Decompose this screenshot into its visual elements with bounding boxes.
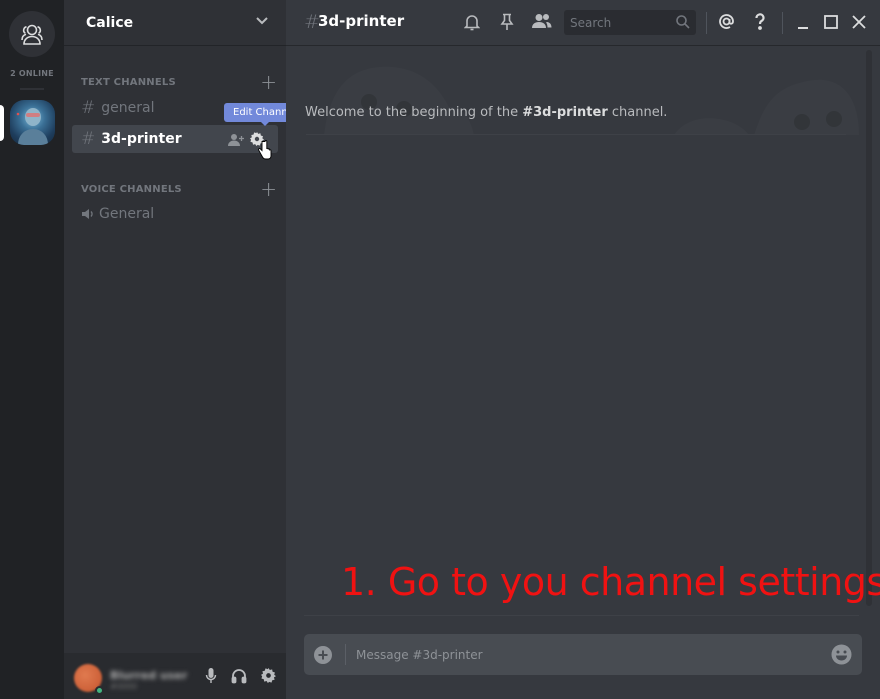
chat-scrollbar[interactable] (866, 50, 872, 606)
hand-cursor-icon (258, 140, 272, 160)
member-list-icon[interactable] (531, 13, 552, 29)
composer-separator (345, 644, 346, 665)
mentions-icon[interactable] (718, 13, 735, 30)
headphones-icon[interactable] (231, 668, 247, 684)
user-tag: #0000 (110, 682, 138, 691)
welcome-background-illustration (324, 66, 859, 135)
tutorial-annotation: 1. Go to you channel settings (341, 560, 880, 604)
welcome-prefix: Welcome to the beginning of the (305, 105, 523, 120)
help-icon[interactable] (755, 13, 765, 30)
search-box[interactable] (564, 10, 696, 35)
voice-channels-category[interactable]: VOICE CHANNELS + (81, 179, 277, 199)
welcome-message: Welcome to the beginning of the #3d-prin… (305, 105, 667, 120)
upload-plus-icon[interactable] (314, 646, 332, 664)
channel-header: # 3d-printer (286, 0, 880, 46)
friends-icon (21, 24, 43, 45)
text-channels-category[interactable]: TEXT CHANNELS + (81, 72, 277, 92)
category-label: TEXT CHANNELS (81, 76, 176, 88)
online-count: 2 ONLINE (10, 69, 54, 78)
channel-name: general (101, 100, 155, 116)
create-invite-icon[interactable] (228, 133, 245, 146)
message-input[interactable] (356, 634, 816, 675)
welcome-channel-name: #3d-printer (522, 105, 608, 120)
toolbar-divider (782, 12, 783, 34)
channel-name: General (99, 206, 155, 222)
speaker-icon (82, 209, 93, 219)
user-controls (205, 668, 276, 684)
text-channel-icon: # (81, 129, 96, 149)
channel-title: 3d-printer (318, 12, 405, 30)
text-channel-icon: # (81, 98, 96, 118)
search-icon (676, 15, 690, 29)
chat-area: # 3d-printer Search Welcome to the begin… (286, 0, 880, 699)
channel-name: 3d-printer (101, 131, 182, 147)
add-voice-channel-icon[interactable]: + (260, 179, 277, 199)
online-status-indicator (95, 686, 104, 695)
friends-button[interactable] (9, 11, 55, 57)
add-text-channel-icon[interactable]: + (260, 72, 277, 92)
maximize-icon[interactable] (824, 15, 838, 29)
selected-server-indicator (0, 105, 4, 141)
minimize-icon[interactable] (796, 15, 810, 29)
guild-name: Calice (86, 14, 134, 31)
guild-rail: 2 ONLINE (0, 0, 64, 699)
guild-header[interactable]: Calice (64, 0, 286, 46)
server-avatar-image (16, 108, 48, 145)
emoji-picker-icon[interactable] (831, 644, 852, 665)
toolbar-divider (706, 12, 707, 34)
rail-divider (20, 88, 44, 90)
composer-divider (304, 615, 859, 616)
welcome-suffix: channel. (607, 105, 668, 120)
username: Blurred user (110, 669, 188, 682)
category-label: VOICE CHANNELS (81, 183, 182, 195)
message-composer[interactable] (304, 634, 862, 675)
channel-item-3d-printer[interactable]: # 3d-printer (72, 125, 278, 153)
user-panel: Blurred user #0000 (64, 653, 286, 699)
welcome-divider (306, 134, 846, 135)
microphone-icon[interactable] (205, 668, 217, 684)
user-settings-gear-icon[interactable] (261, 668, 276, 683)
chevron-down-icon (256, 17, 268, 25)
server-icon-calice[interactable] (10, 100, 55, 145)
pin-icon[interactable] (500, 13, 514, 31)
close-icon[interactable] (852, 15, 866, 29)
notification-bell-icon[interactable] (464, 13, 480, 31)
voice-channel-item-general[interactable]: General (72, 200, 278, 228)
